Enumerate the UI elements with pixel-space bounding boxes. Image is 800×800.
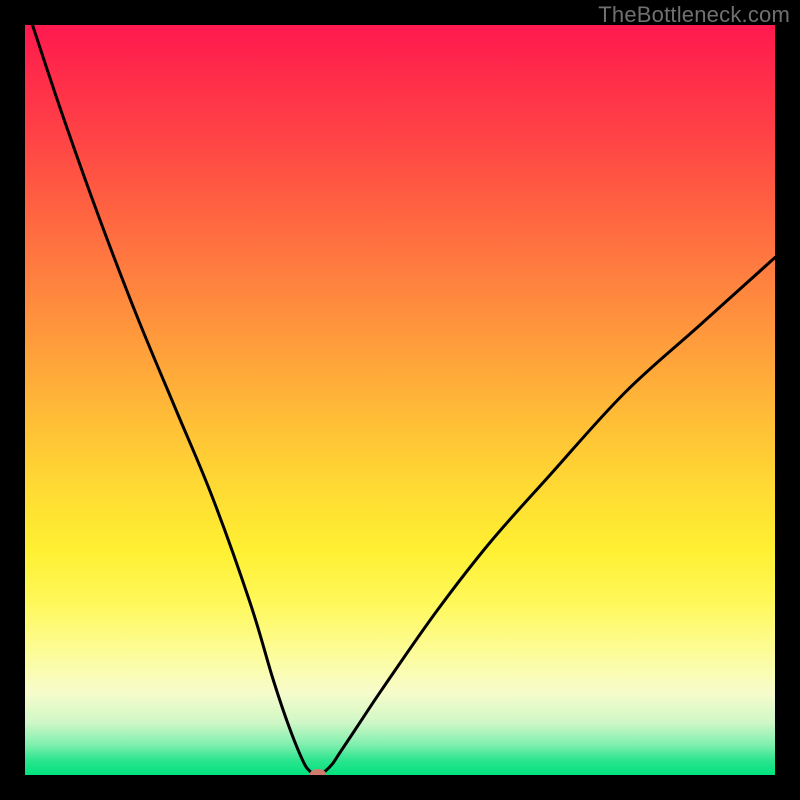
watermark-text: TheBottleneck.com xyxy=(598,2,790,28)
chart-frame: TheBottleneck.com xyxy=(0,0,800,800)
optimal-point-marker xyxy=(309,769,326,775)
plot-area xyxy=(25,25,775,775)
bottleneck-curve xyxy=(25,25,775,775)
